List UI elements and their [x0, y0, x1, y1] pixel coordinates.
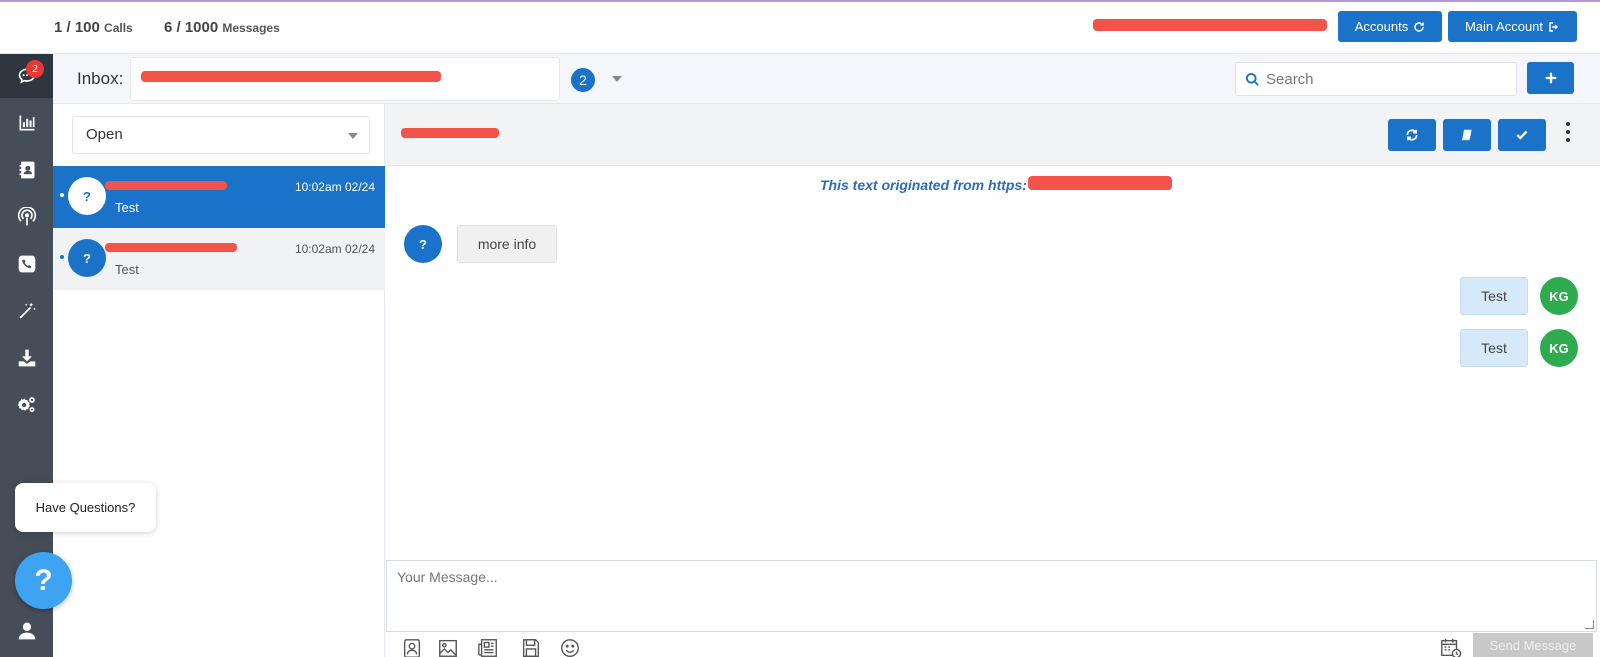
- messages-usage: 6 / 1000 Messages: [164, 19, 280, 36]
- conversation-preview: Test: [115, 200, 139, 215]
- main-account-button-label: Main Account: [1464, 19, 1544, 34]
- contact-card-icon: [403, 639, 421, 657]
- message-composer: [386, 560, 1597, 632]
- newspaper-icon: [478, 639, 497, 657]
- sidebar-item-contacts[interactable]: [0, 148, 53, 192]
- notes-button[interactable]: [1443, 119, 1491, 151]
- refresh-icon: [1414, 21, 1424, 32]
- top-bar: 1 / 100 Calls 6 / 1000 Messages Accounts…: [0, 0, 1600, 54]
- origin-notice: This text originated from https:: [820, 177, 1027, 193]
- saved-replies-button[interactable]: [520, 637, 542, 657]
- magic-wand-icon: [19, 302, 36, 319]
- chevron-down-icon: [612, 76, 622, 82]
- sidebar-item-broadcast[interactable]: [0, 195, 53, 239]
- emoji-button[interactable]: [559, 637, 581, 657]
- inbox-unread-count: 2: [571, 68, 595, 92]
- outgoing-message: Test: [1460, 329, 1528, 367]
- main-account-button[interactable]: Main Account: [1448, 11, 1577, 42]
- unread-badge: 2: [26, 60, 44, 78]
- conversation-preview: Test: [115, 262, 139, 277]
- book-icon: [1461, 129, 1472, 141]
- sidebar-item-profile[interactable]: [0, 609, 53, 653]
- contact-avatar: ?: [68, 177, 106, 215]
- conversation-item[interactable]: ? 10:02am 02/24 Test: [53, 228, 385, 290]
- sidebar-item-automation[interactable]: [0, 289, 53, 333]
- unread-dot: [60, 193, 64, 197]
- origin-notice-text: This text originated from https:: [820, 177, 1027, 193]
- redacted-contact-number: [105, 243, 237, 252]
- inbox-bar: Inbox: 2: [53, 54, 1600, 104]
- bar-chart-icon: [19, 115, 34, 131]
- messages-label: Messages: [222, 21, 280, 35]
- unread-dot: [60, 255, 64, 259]
- schedule-message-button[interactable]: [1440, 637, 1462, 657]
- calls-usage: 1 / 100 Calls: [54, 19, 133, 36]
- inbox-label: Inbox:: [77, 69, 124, 88]
- calls-count: 1 / 100: [54, 19, 100, 36]
- sidebar-item-calls[interactable]: [0, 242, 53, 286]
- download-icon: [18, 349, 35, 367]
- question-mark-icon: ?: [34, 563, 53, 597]
- refresh-icon: [1406, 129, 1418, 141]
- save-icon: [522, 639, 540, 657]
- check-icon: [1516, 130, 1528, 140]
- chat-header: [385, 104, 1600, 166]
- smiley-icon: [561, 639, 579, 657]
- conversation-list: Open ? 10:02am 02/24 Test ? 10:02am 02/2…: [53, 104, 385, 657]
- agent-avatar: KG: [1540, 329, 1578, 367]
- resize-handle[interactable]: [1585, 620, 1594, 629]
- insert-contact-button[interactable]: [401, 637, 423, 657]
- help-prompt-bubble[interactable]: Have Questions?: [15, 483, 156, 532]
- inbox-select[interactable]: 2: [130, 57, 622, 101]
- user-icon: [18, 622, 35, 640]
- sidebar-item-reports[interactable]: [0, 101, 53, 145]
- plus-icon: [1545, 72, 1556, 84]
- sidebar-item-settings[interactable]: [0, 383, 53, 427]
- incoming-message: more info: [457, 225, 557, 263]
- conversation-item[interactable]: ? 10:02am 02/24 Test: [53, 166, 385, 228]
- outgoing-message: Test: [1460, 277, 1528, 315]
- phone-icon: [18, 255, 35, 273]
- insert-image-button[interactable]: [437, 637, 459, 657]
- messages-count: 6 / 1000: [164, 19, 219, 36]
- redacted-origin-url: [1028, 176, 1172, 190]
- more-options-icon[interactable]: [1565, 122, 1571, 142]
- insert-template-button[interactable]: [477, 637, 499, 657]
- redacted-account-name: [1093, 19, 1327, 31]
- search-icon: [1245, 72, 1259, 86]
- refresh-button[interactable]: [1388, 119, 1436, 151]
- accounts-button[interactable]: Accounts: [1338, 11, 1442, 42]
- help-button[interactable]: ?: [15, 552, 72, 609]
- gears-icon: [17, 397, 35, 413]
- accounts-button-label: Accounts: [1354, 19, 1409, 34]
- sidebar-item-messages[interactable]: 2: [0, 54, 53, 98]
- new-conversation-button[interactable]: [1527, 62, 1574, 94]
- redacted-contact-number: [105, 181, 227, 190]
- redacted-inbox-number: [141, 71, 441, 82]
- contacts-icon: [19, 161, 34, 179]
- status-filter-select[interactable]: Open: [72, 116, 370, 154]
- status-filter-value: Open: [86, 126, 123, 143]
- sidebar-item-downloads[interactable]: [0, 336, 53, 380]
- search-input[interactable]: [1266, 67, 1506, 91]
- close-conversation-button[interactable]: [1498, 119, 1546, 151]
- agent-avatar: KG: [1540, 277, 1578, 315]
- conversation-time: 10:02am 02/24: [294, 242, 375, 256]
- message-input[interactable]: [387, 561, 1596, 631]
- conversation-time: 10:02am 02/24: [294, 180, 375, 194]
- calendar-clock-icon: [1441, 638, 1462, 657]
- search-field[interactable]: [1235, 62, 1517, 96]
- broadcast-icon: [17, 207, 36, 226]
- chevron-down-icon: [348, 133, 358, 139]
- contact-avatar: ?: [68, 239, 106, 277]
- contact-avatar: ?: [404, 225, 442, 263]
- redacted-chat-contact: [401, 128, 499, 138]
- calls-label: Calls: [104, 21, 133, 35]
- send-message-button[interactable]: Send Message: [1473, 633, 1593, 657]
- image-icon: [439, 639, 457, 657]
- sign-out-icon: [1549, 21, 1559, 32]
